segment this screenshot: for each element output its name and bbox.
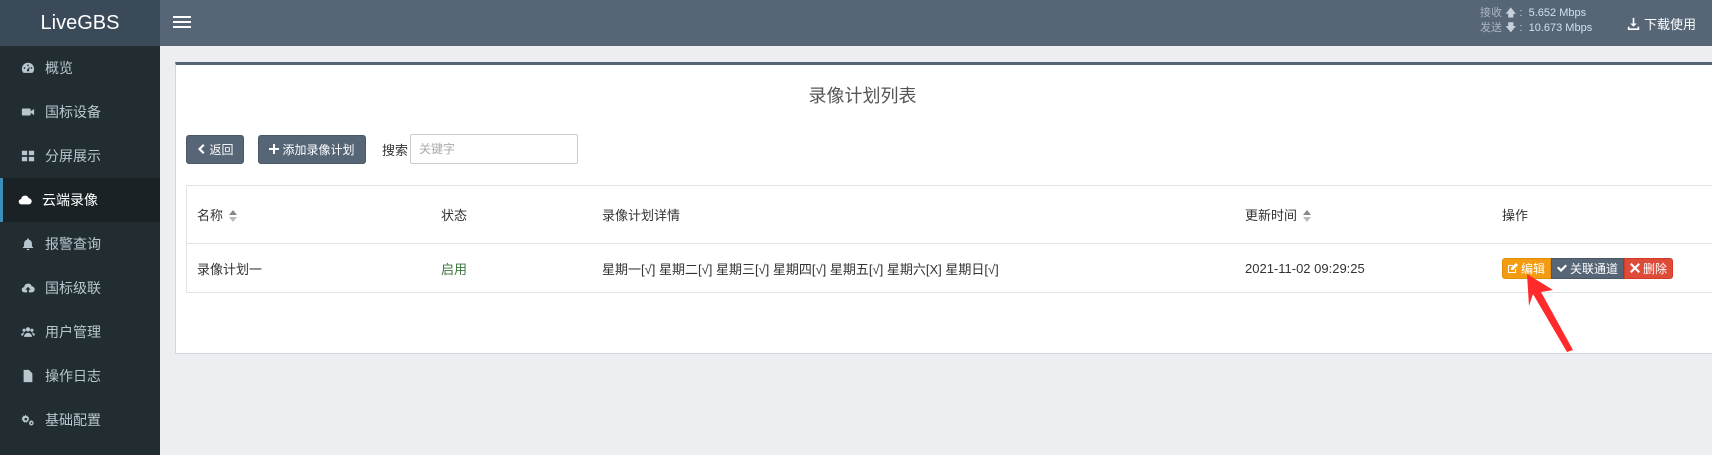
annotation-arrow-icon (1527, 274, 1573, 352)
network-send-row: 发送 🡇 : 10.673 Mbps (1480, 22, 1593, 34)
sidebar-item-cloud-recording[interactable]: 云端录像 (0, 178, 160, 222)
sidebar-item-label: 国标设备 (45, 104, 101, 120)
sidebar-item-label: 国标级联 (45, 280, 101, 296)
arrow-up-icon: 🡅 (1505, 7, 1517, 19)
table-row: 录像计划一 启用 星期一[√] 星期二[√] 星期三[√] 星期四[√] 星期五… (187, 244, 1712, 293)
bell-icon (21, 237, 35, 251)
sidebar-item-cascade[interactable]: 国标级联 (0, 266, 160, 310)
sort-icon (1303, 209, 1312, 222)
sidebar-item-alarms[interactable]: 报警查询 (0, 222, 160, 266)
plus-icon (269, 144, 280, 154)
column-header-detail: 录像计划详情 (602, 208, 681, 223)
cell-detail: 星期一[√] 星期二[√] 星期三[√] 星期四[√] 星期五[√] 星期六[X… (602, 261, 999, 277)
top-header: 接收 🡅 : 5.652 Mbps 发送 🡇 : 10.673 Mbps 下载使… (160, 0, 1712, 46)
network-recv-value: 5.652 Mbps (1528, 7, 1587, 19)
sidebar-item-label: 用户管理 (45, 324, 101, 340)
sort-icon (229, 209, 238, 222)
search-label: 搜索 (382, 142, 409, 158)
delete-button-label: 删除 (1643, 261, 1668, 276)
check-icon (1557, 264, 1568, 272)
download-label: 下载使用 (1644, 16, 1697, 32)
sidebar-item-devices[interactable]: 国标设备 (0, 90, 160, 134)
sidebar-nav: 概览 国标设备 分屏展示 云端录像 报警查询 国标级联 用户管理 操作日志 基础… (0, 46, 160, 442)
video-camera-icon (21, 105, 35, 119)
sidebar-item-label: 报警查询 (45, 236, 101, 252)
users-icon (21, 325, 35, 339)
cloud-icon (18, 193, 32, 207)
add-record-plan-button[interactable]: 添加录像计划 (258, 134, 366, 164)
back-button-label: 返回 (209, 142, 234, 157)
sidebar-item-overview[interactable]: 概览 (0, 46, 160, 90)
cell-status: 启用 (441, 261, 468, 277)
back-button[interactable]: 返回 (186, 134, 244, 164)
network-recv-row: 接收 🡅 : 5.652 Mbps (1480, 7, 1587, 19)
edit-icon (1508, 263, 1518, 273)
close-icon (1630, 263, 1641, 273)
toolbar: 返回 添加录像计划 搜索 (186, 134, 579, 164)
cell-updated: 2021-11-02 09:29:25 (1245, 260, 1365, 276)
search-input[interactable] (410, 134, 579, 164)
column-header-ops: 操作 (1502, 208, 1529, 223)
menu-toggle-icon[interactable] (173, 13, 191, 31)
delete-button[interactable]: 删除 (1624, 257, 1674, 279)
table-header: 名称 状态 录像计划详情 更新时间 操作 (187, 186, 1712, 244)
file-icon (21, 369, 35, 383)
grid-icon (21, 149, 35, 163)
column-header-status: 状态 (441, 208, 468, 223)
sidebar-item-label: 操作日志 (45, 368, 101, 384)
network-send-value: 10.673 Mbps (1528, 22, 1593, 34)
dashboard-icon (21, 61, 35, 75)
brand-logo[interactable]: LiveGBS (0, 0, 160, 46)
arrow-down-icon: 🡇 (1505, 22, 1517, 34)
column-header-updated-label: 更新时间 (1245, 208, 1298, 223)
column-header-name-label: 名称 (197, 208, 224, 223)
sidebar-item-label: 基础配置 (45, 412, 101, 428)
network-recv-label: 接收 (1480, 7, 1502, 19)
gears-icon (21, 413, 35, 427)
sidebar-item-users[interactable]: 用户管理 (0, 310, 160, 354)
record-plan-table: 名称 状态 录像计划详情 更新时间 操作 录像计划一 启用 星期一[√] 星期二… (186, 185, 1712, 293)
sidebar-item-label: 概览 (45, 60, 73, 76)
cell-name: 录像计划一 (197, 261, 263, 277)
page-title: 录像计划列表 (808, 86, 917, 106)
column-header-name[interactable]: 名称 (197, 205, 238, 224)
sidebar-item-split-screen[interactable]: 分屏展示 (0, 134, 160, 178)
add-button-label: 添加录像计划 (282, 142, 355, 157)
network-stats: 接收 🡅 : 5.652 Mbps 发送 🡇 : 10.673 Mbps (1480, 6, 1592, 36)
record-plan-panel: 录像计划列表 返回 添加录像计划 搜索 名称 状态 录像计划详情 更新时间 (175, 62, 1712, 354)
network-send-label: 发送 (1480, 22, 1502, 34)
app: LiveGBS 概览 国标设备 分屏展示 云端录像 报警查询 国标级联 用户管理… (0, 0, 1712, 455)
sidebar: LiveGBS 概览 国标设备 分屏展示 云端录像 报警查询 国标级联 用户管理… (0, 0, 160, 455)
chevron-left-icon (198, 144, 205, 154)
download-icon (1627, 17, 1640, 30)
download-button[interactable]: 下载使用 (1627, 0, 1696, 46)
sidebar-item-logs[interactable]: 操作日志 (0, 354, 160, 398)
cloud-upload-icon (21, 281, 35, 295)
sidebar-item-label: 云端录像 (42, 192, 98, 208)
sidebar-item-label: 分屏展示 (45, 148, 101, 164)
sidebar-item-settings[interactable]: 基础配置 (0, 398, 160, 442)
column-header-updated[interactable]: 更新时间 (1245, 205, 1312, 224)
